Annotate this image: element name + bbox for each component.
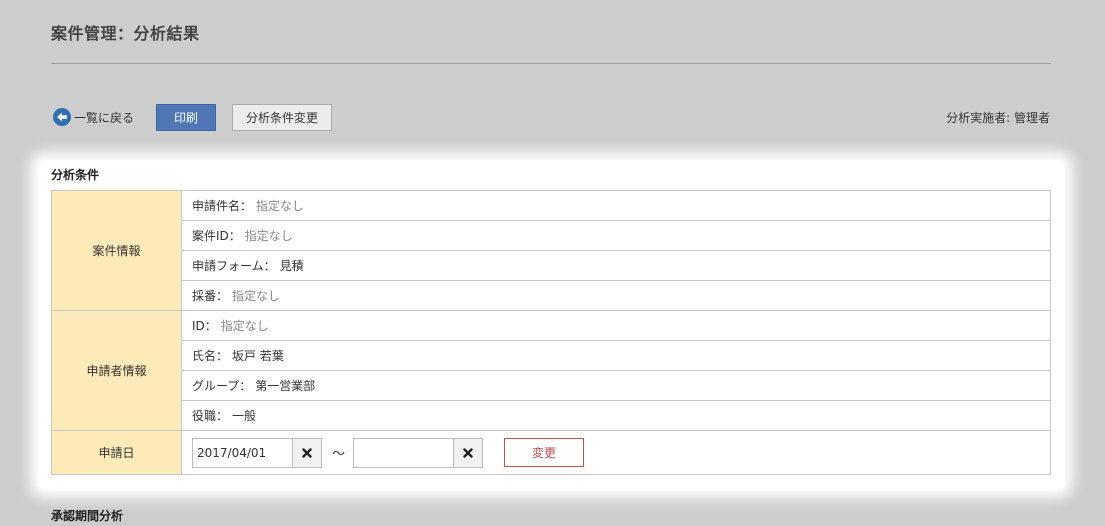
applicant-info-cell: ID： 指定なし bbox=[181, 310, 1051, 341]
condition-label: グループ： bbox=[192, 379, 252, 393]
date-to-clear-button[interactable] bbox=[453, 437, 484, 468]
conditions-section-title: 分析条件 bbox=[51, 168, 100, 182]
print-button[interactable]: 印刷 bbox=[156, 104, 216, 131]
apply-date-header: 申請日 bbox=[51, 430, 182, 475]
table-row: 申請日 ～ 変更 bbox=[51, 430, 1051, 475]
arrow-left-icon bbox=[53, 108, 71, 126]
table-row: 申請者情報 ID： 指定なし bbox=[51, 310, 1051, 431]
table-row: 採番： 指定なし bbox=[52, 280, 1051, 311]
back-to-list-link[interactable]: 一覧に戻る bbox=[53, 108, 134, 126]
case-info-cell: 案件ID： 指定なし bbox=[181, 220, 1051, 251]
close-icon bbox=[463, 447, 473, 458]
case-info-cell: 申請件名： 指定なし bbox=[181, 190, 1051, 221]
apply-date-cell: ～ 変更 bbox=[181, 430, 1051, 475]
case-info-cell: 採番： 指定なし bbox=[181, 280, 1051, 311]
table-row: 役職： 一般 bbox=[52, 400, 1051, 431]
approval-period-section-title: 承認期間分析 bbox=[51, 509, 124, 523]
analyst-label: 分析実施者: 管理者 bbox=[946, 111, 1050, 125]
condition-value: 指定なし bbox=[220, 319, 269, 333]
page-title: 案件管理：分析結果 bbox=[51, 24, 200, 43]
condition-value: 指定なし bbox=[232, 289, 281, 303]
date-range-separator: ～ bbox=[332, 447, 346, 462]
condition-label: 採番： bbox=[192, 289, 229, 303]
back-link-label: 一覧に戻る bbox=[74, 110, 135, 125]
table-row: 案件情報 申請件名： 指定なし bbox=[51, 190, 1051, 311]
change-conditions-button[interactable]: 分析条件変更 bbox=[232, 104, 332, 131]
date-range: ～ 変更 bbox=[192, 437, 1040, 468]
change-date-button[interactable]: 変更 bbox=[504, 438, 585, 467]
condition-label: 申請件名： bbox=[192, 199, 253, 213]
case-info-cell: 申請フォーム： 見積 bbox=[181, 250, 1051, 281]
condition-label: 氏名： bbox=[192, 349, 229, 363]
title-divider bbox=[51, 63, 1051, 64]
table-row: グループ： 第一営業部 bbox=[52, 370, 1051, 401]
condition-label: 案件ID： bbox=[192, 229, 241, 243]
close-icon bbox=[302, 447, 312, 458]
date-to-input[interactable] bbox=[353, 437, 454, 468]
table-row: 申請フォーム： 見積 bbox=[52, 250, 1051, 281]
table-row: 氏名： 坂戸 若葉 bbox=[52, 340, 1051, 371]
condition-label: 役職： bbox=[192, 409, 229, 423]
condition-value: 一般 bbox=[232, 409, 257, 423]
condition-value: 坂戸 若葉 bbox=[232, 349, 284, 363]
condition-value: 指定なし bbox=[244, 229, 293, 243]
condition-value: 指定なし bbox=[256, 199, 305, 213]
applicant-info-cell: 氏名： 坂戸 若葉 bbox=[181, 340, 1051, 371]
date-from-clear-button[interactable] bbox=[292, 437, 322, 468]
table-row: 案件ID： 指定なし bbox=[52, 220, 1051, 251]
condition-value: 見積 bbox=[279, 259, 304, 273]
date-from-input[interactable] bbox=[192, 437, 292, 468]
applicant-info-cell: 役職： 一般 bbox=[181, 400, 1051, 431]
applicant-info-cell: グループ： 第一営業部 bbox=[181, 370, 1051, 401]
condition-label: ID： bbox=[192, 319, 217, 333]
applicant-info-header: 申請者情報 bbox=[51, 310, 182, 431]
condition-value: 第一営業部 bbox=[255, 379, 316, 393]
conditions-table: 案件情報 申請件名： 指定なし 案件ID： 指定なし 申請フォーム： 見積 採番： 指定… bbox=[51, 190, 1051, 475]
case-info-header: 案件情報 bbox=[51, 190, 182, 311]
condition-label: 申請フォーム： bbox=[192, 259, 276, 273]
